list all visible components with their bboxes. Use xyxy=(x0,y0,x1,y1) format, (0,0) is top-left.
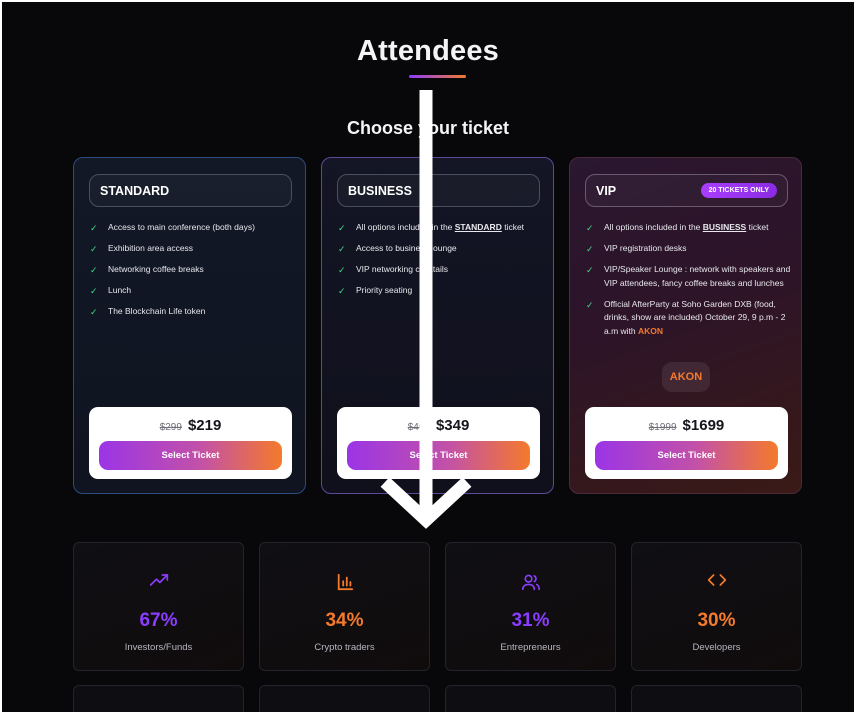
stat-card-traders: 34% Crypto traders xyxy=(259,542,430,671)
check-icon: ✓ xyxy=(90,307,98,317)
trending-up-icon xyxy=(74,573,243,592)
feature-text: VIP networking cocktails xyxy=(356,264,448,274)
title-underline xyxy=(409,75,466,78)
feature-item: ✓ Lunch xyxy=(90,284,295,298)
bar-chart-icon xyxy=(260,573,429,596)
limited-tickets-badge: 20 TICKETS ONLY xyxy=(700,183,777,198)
check-icon: ✓ xyxy=(90,223,98,233)
ticket-card-vip: VIP 20 TICKETS ONLY ✓ All options include… xyxy=(569,157,802,494)
feature-text-after: ticket xyxy=(746,222,769,232)
check-icon: ✓ xyxy=(586,244,594,254)
feature-text: VIP/Speaker Lounge : network with speake… xyxy=(604,264,791,288)
tier-name: VIP 20 TICKETS ONLY xyxy=(585,174,788,207)
feature-list: ✓ All options included in the BUSINESS ti… xyxy=(586,221,791,346)
feature-text: Networking coffee breaks xyxy=(108,264,204,274)
stat-card-partial xyxy=(259,685,430,712)
price-row: $299 $219 xyxy=(89,417,292,434)
stat-value: 34% xyxy=(325,610,364,631)
old-price: $299 xyxy=(159,422,182,433)
feature-item: ✓ VIP/Speaker Lounge : network with speak… xyxy=(586,263,791,290)
price-box: $1999 $1699 Select Ticket xyxy=(585,407,788,479)
stat-label: Developers xyxy=(692,642,741,653)
stat-card-partial xyxy=(73,685,244,712)
select-ticket-button[interactable]: Select Ticket xyxy=(595,441,778,470)
old-price: $1999 xyxy=(648,422,677,433)
feature-text-after: ticket xyxy=(501,222,525,232)
price-row: $499 $349 xyxy=(337,417,540,434)
feature-item: ✓ Access to business lounge xyxy=(338,242,543,256)
highlight-text: AKON xyxy=(638,325,664,336)
check-icon: ✓ xyxy=(586,265,594,275)
check-icon: ✓ xyxy=(586,299,594,310)
check-icon: ✓ xyxy=(90,265,98,275)
feature-item: ✓ Exhibition area access xyxy=(90,242,295,256)
artist-chip: AKON xyxy=(662,362,710,392)
section-subtitle: Choose your ticket xyxy=(346,118,510,138)
stat-label: Crypto traders xyxy=(314,642,375,653)
stat-card-developers: 30% Developers xyxy=(631,542,802,671)
price-box: $499 $349 Select Ticket xyxy=(337,407,540,479)
feature-list: ✓ Access to main conference (both days) ✓… xyxy=(90,221,295,326)
feature-item: ✓ Access to main conference (both days) xyxy=(90,221,295,235)
ticket-card-business: BUSINESS ✓ All options included in the ST… xyxy=(321,157,554,494)
tier-name-label: VIP xyxy=(596,183,617,198)
check-icon: ✓ xyxy=(90,244,98,254)
stat-card-entrepreneurs: 31% Entrepreneurs xyxy=(445,542,616,671)
stat-card-investors: 67% Investors/Funds xyxy=(73,542,244,671)
feature-text-before: All options included in the xyxy=(604,222,703,232)
current-price: $1699 xyxy=(682,417,725,434)
tier-name: BUSINESS xyxy=(337,174,540,207)
feature-text-before: Official AfterParty at Soho Garden DXB (… xyxy=(604,298,786,336)
check-icon: ✓ xyxy=(338,223,346,233)
feature-text: Access to main conference (both days) xyxy=(108,222,255,232)
feature-item: ✓ Priority seating xyxy=(338,284,543,298)
old-price: $499 xyxy=(407,422,430,433)
current-price: $349 xyxy=(435,417,470,434)
check-icon: ✓ xyxy=(338,265,346,275)
check-icon: ✓ xyxy=(338,286,346,296)
ticket-card-standard: STANDARD ✓ Access to main conference (bot… xyxy=(73,157,306,494)
feature-text-before: All options included in the xyxy=(356,222,455,232)
check-icon: ✓ xyxy=(338,244,346,254)
feature-list: ✓ All options included in the STANDARD ti… xyxy=(338,221,543,305)
current-price: $219 xyxy=(187,417,222,434)
feature-item: ✓ The Blockchain Life token xyxy=(90,305,295,319)
check-icon: ✓ xyxy=(586,223,594,233)
feature-text: The Blockchain Life token xyxy=(108,306,206,316)
page-title: Attendees xyxy=(357,35,499,67)
feature-item: ✓ All options included in the STANDARD ti… xyxy=(338,221,543,235)
stat-label: Investors/Funds xyxy=(124,642,193,653)
stat-card-partial xyxy=(445,685,616,712)
check-icon: ✓ xyxy=(90,286,98,296)
stat-value: 30% xyxy=(697,610,736,631)
select-ticket-button[interactable]: Select Ticket xyxy=(99,441,282,470)
stat-label: Entrepreneurs xyxy=(500,642,561,653)
price-box: $299 $219 Select Ticket xyxy=(89,407,292,479)
stat-value: 67% xyxy=(139,610,178,631)
feature-item: ✓ Networking coffee breaks xyxy=(90,263,295,277)
users-icon xyxy=(446,573,615,596)
feature-text: Exhibition area access xyxy=(108,243,194,253)
feature-item: ✓ All options included in the BUSINESS ti… xyxy=(586,221,791,235)
feature-text: Priority seating xyxy=(356,285,413,295)
feature-text: VIP registration desks xyxy=(604,243,687,253)
tier-name: STANDARD xyxy=(89,174,292,207)
stat-value: 31% xyxy=(511,610,550,631)
ticket-reference-link[interactable]: STANDARD xyxy=(455,222,502,232)
page-stage: Attendees Choose your ticket STANDARD ✓ A… xyxy=(2,2,854,712)
code-icon xyxy=(632,573,801,592)
tier-name-label: STANDARD xyxy=(100,183,170,198)
feature-text: Lunch xyxy=(108,285,132,295)
price-row: $1999 $1699 xyxy=(585,417,788,434)
stat-card-partial xyxy=(631,685,802,712)
tier-name-label: BUSINESS xyxy=(348,183,412,198)
feature-item: ✓ VIP networking cocktails xyxy=(338,263,543,277)
ticket-reference-link[interactable]: BUSINESS xyxy=(703,222,746,232)
feature-item: ✓ Official AfterParty at Soho Garden DXB … xyxy=(586,298,791,339)
feature-item: ✓ VIP registration desks xyxy=(586,242,791,256)
feature-text: Access to business lounge xyxy=(356,243,457,253)
select-ticket-button[interactable]: Select Ticket xyxy=(347,441,530,470)
